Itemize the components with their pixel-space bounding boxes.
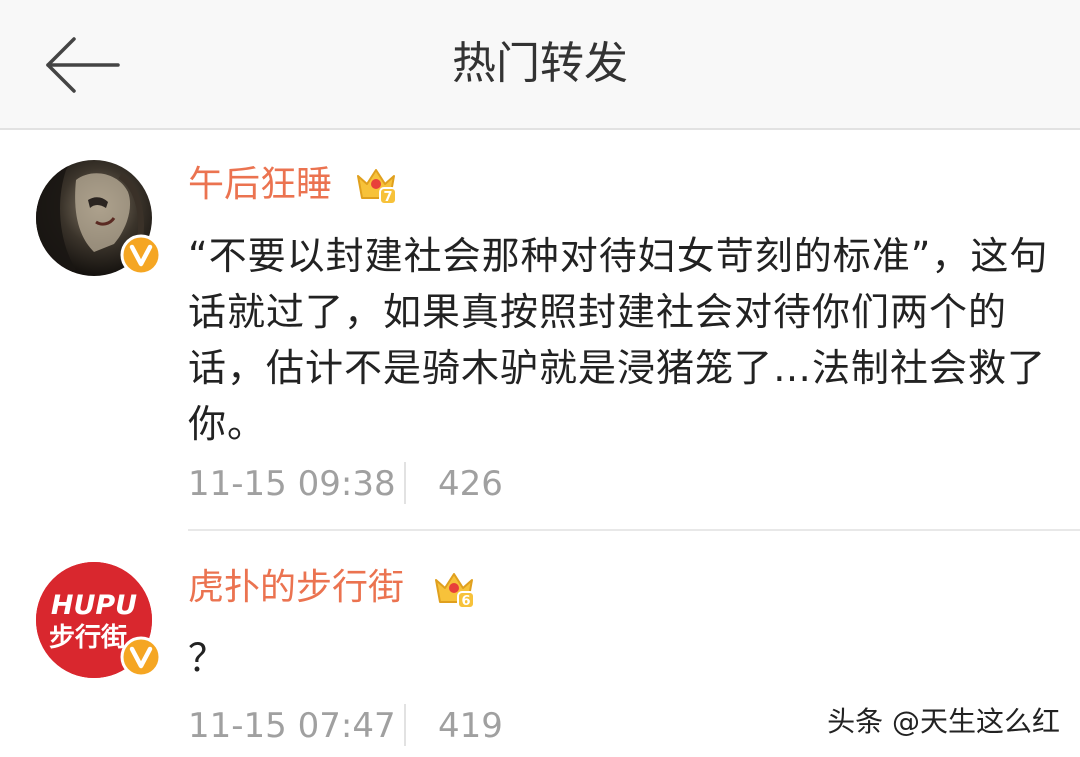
timestamp: 11-15 07:47 bbox=[188, 706, 396, 746]
vip-crown-icon: 6 bbox=[435, 573, 475, 609]
like-count[interactable]: 426 bbox=[438, 462, 503, 506]
meta-separator bbox=[404, 462, 406, 504]
top-bar: 热门转发 bbox=[0, 0, 1080, 130]
repost-content: “不要以封建社会那种对待妇女苛刻的标准”，这句话就过了，如果真按照封建社会对待你… bbox=[188, 234, 1049, 446]
username[interactable]: 午后狂睡 bbox=[188, 163, 332, 207]
page-title: 热门转发 bbox=[452, 38, 628, 89]
verified-icon bbox=[120, 234, 162, 276]
avatar-text-bottom: 步行街 bbox=[49, 622, 127, 653]
avatar-text-top: HUPU bbox=[51, 590, 137, 621]
like-count[interactable]: 419 bbox=[438, 704, 503, 748]
vip-level-text: 7 bbox=[383, 190, 392, 205]
avatar[interactable]: HUPU 步行街 bbox=[36, 562, 162, 678]
vip-crown-icon: 7 bbox=[357, 169, 397, 205]
timestamp: 11-15 09:38 bbox=[188, 464, 396, 504]
watermark: 头条 @天生这么红 bbox=[827, 705, 1060, 738]
repost-content: ？ bbox=[188, 636, 228, 680]
username[interactable]: 虎扑的步行街 bbox=[188, 566, 404, 610]
verified-icon bbox=[120, 636, 162, 678]
meta-separator bbox=[404, 704, 406, 746]
avatar[interactable] bbox=[36, 160, 162, 276]
vip-level-text: 6 bbox=[461, 594, 470, 609]
item-divider bbox=[188, 529, 1080, 531]
